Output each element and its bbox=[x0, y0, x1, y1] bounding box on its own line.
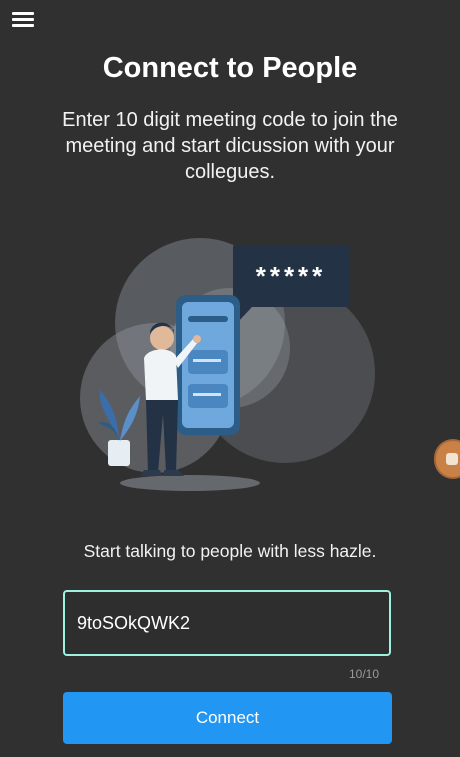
menu-bar bbox=[12, 12, 34, 15]
page-description: Enter 10 digit meeting code to join the … bbox=[62, 109, 398, 183]
character-counter: 10/10 bbox=[348, 667, 379, 681]
meeting-code-field[interactable] bbox=[63, 590, 391, 656]
hamburger-menu-icon[interactable] bbox=[12, 10, 36, 32]
menu-bar bbox=[12, 18, 34, 21]
floating-bubble-icon[interactable] bbox=[436, 441, 460, 477]
password-mask-text: ***** bbox=[256, 261, 327, 291]
page-title: Connect to People bbox=[102, 52, 358, 84]
meeting-code-input[interactable] bbox=[65, 592, 389, 654]
floating-bubble-dot bbox=[446, 453, 458, 465]
tagline-text: Start talking to people with less hazle. bbox=[83, 541, 377, 561]
connect-button[interactable]: Connect bbox=[63, 692, 392, 744]
menu-bar bbox=[12, 24, 34, 27]
connect-illustration: ***** bbox=[80, 238, 375, 491]
